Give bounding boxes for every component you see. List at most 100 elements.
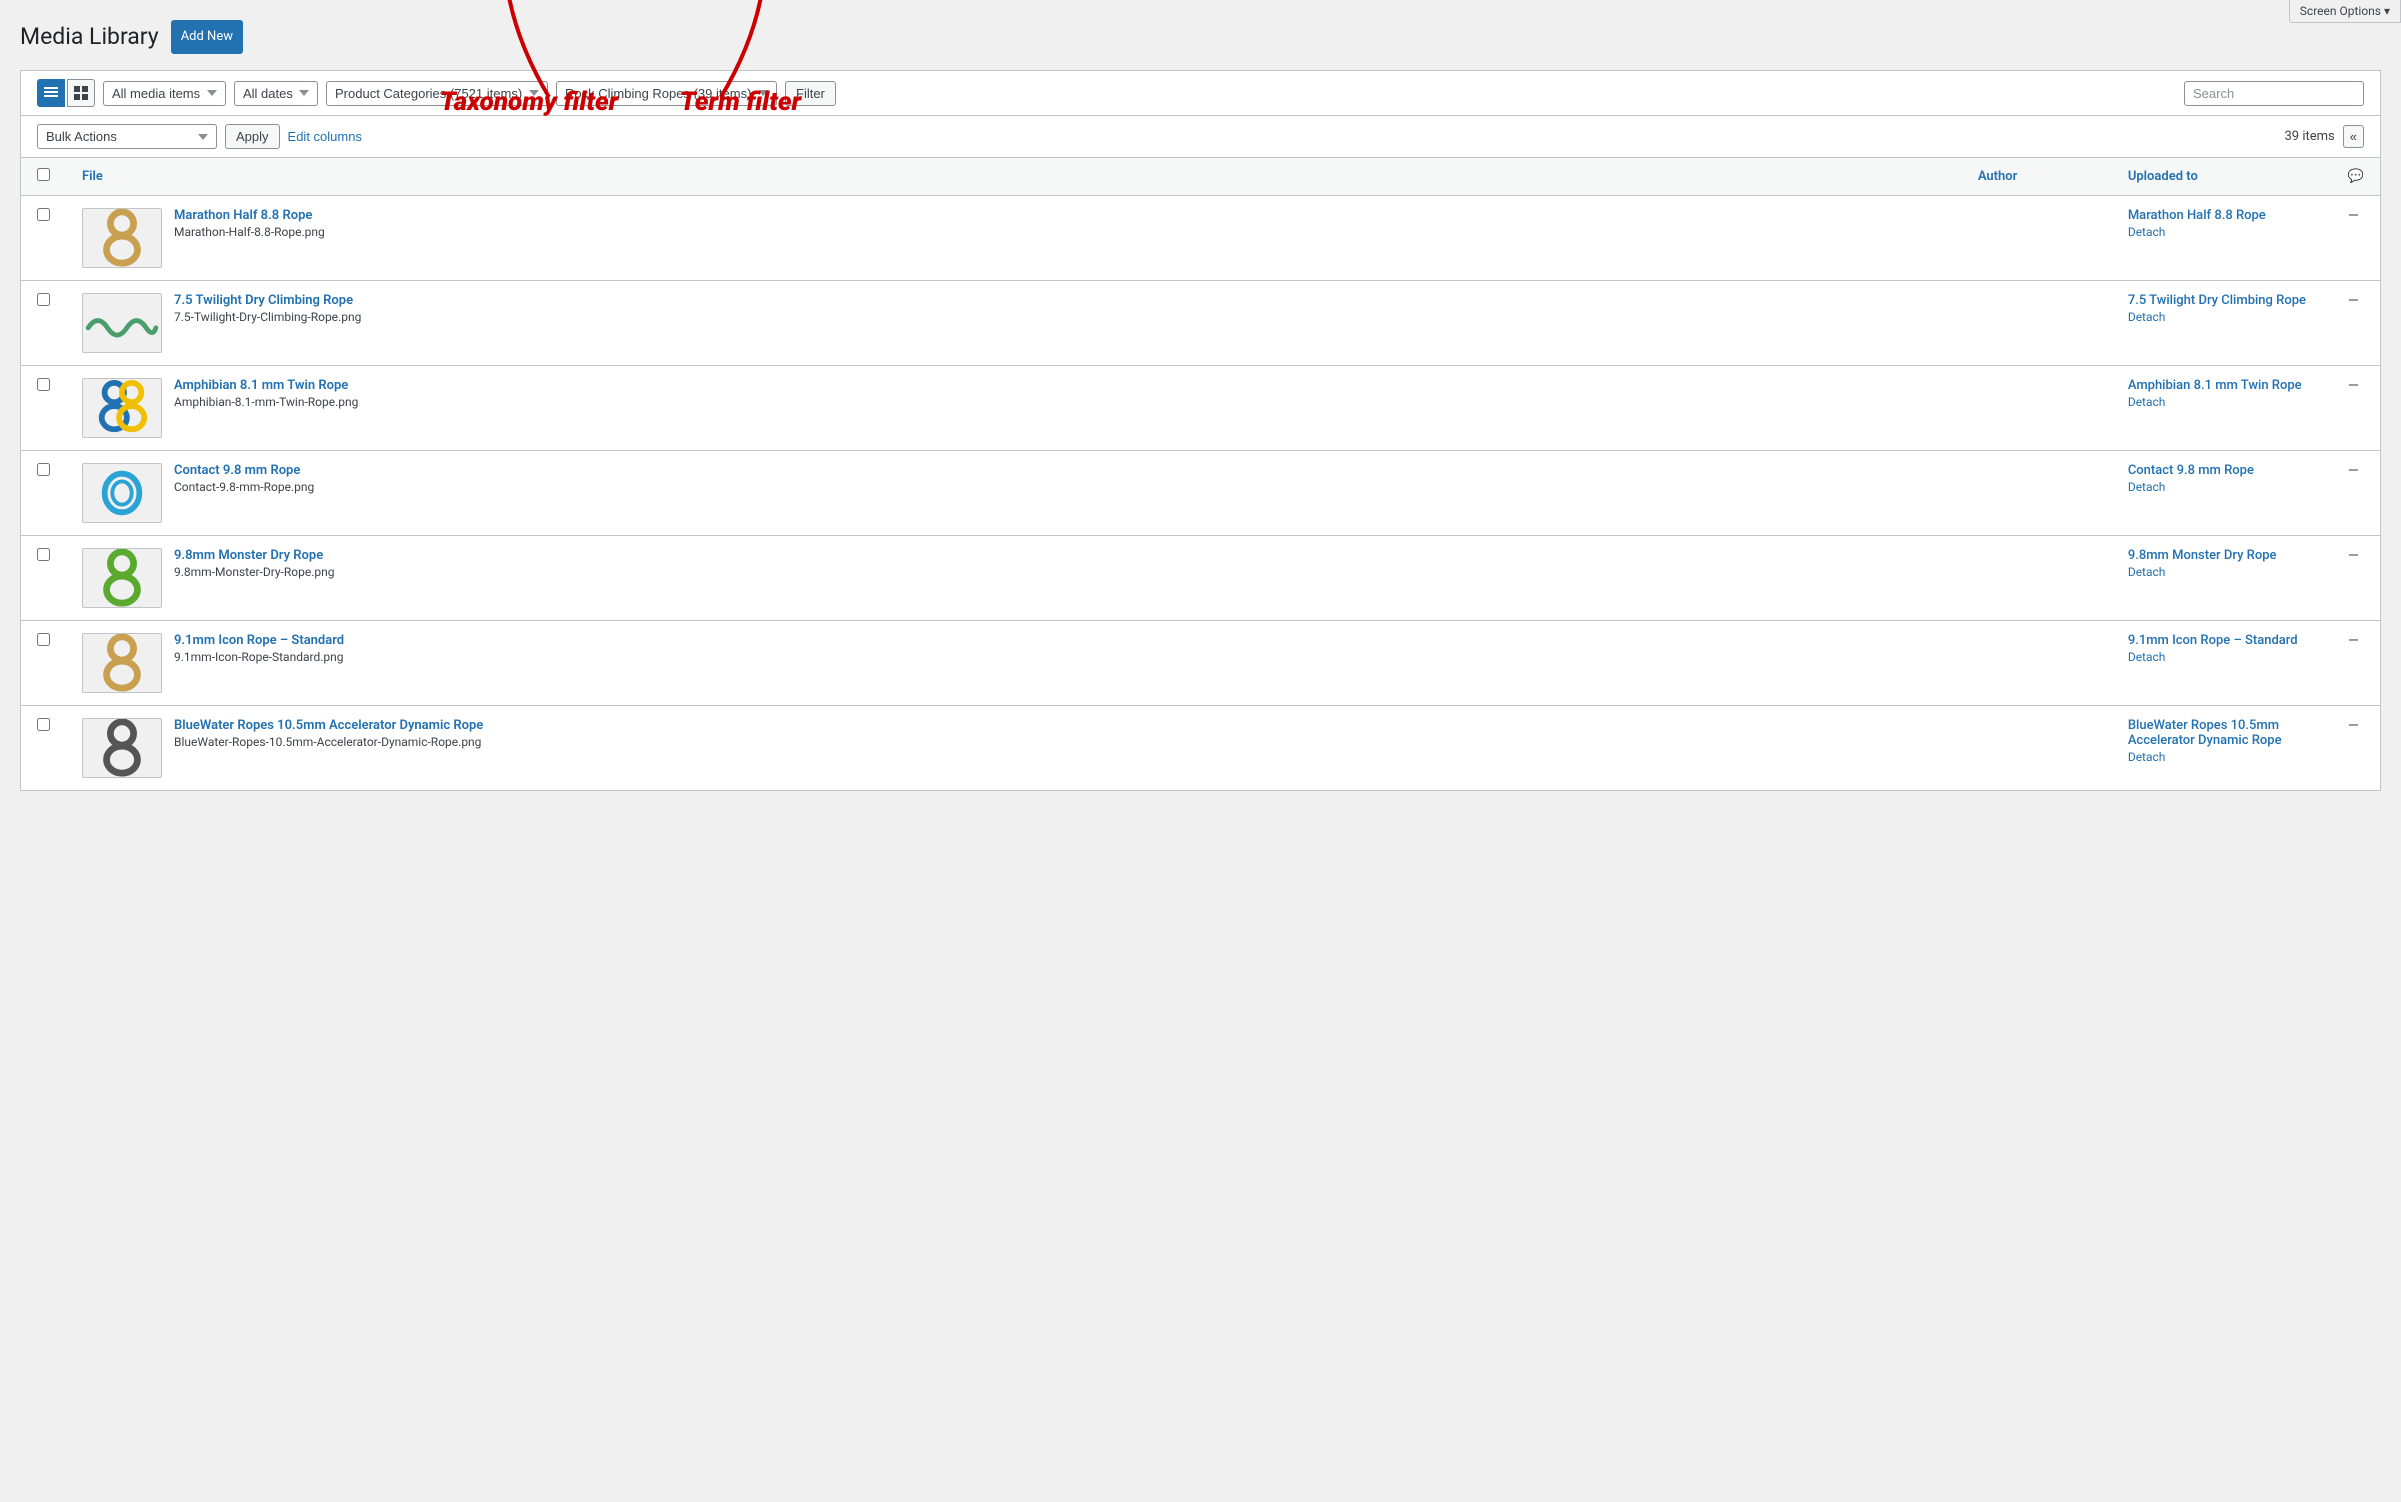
file-name-link-2[interactable]: Amphibian 8.1 mm Twin Rope (174, 378, 1946, 393)
search-input[interactable] (2184, 81, 2364, 106)
detach-link-5[interactable]: Detach (2128, 650, 2166, 664)
row-checkbox-5[interactable] (37, 633, 50, 646)
media-table: File Author Uploaded to 💬 (20, 157, 2381, 791)
uploaded-link-5[interactable]: 9.1mm Icon Rope – Standard (2128, 633, 2316, 648)
comment-dash-4: — (2348, 548, 2359, 564)
file-filename-4: 9.8mm-Monster-Dry-Rope.png (174, 565, 334, 579)
file-thumbnail-6 (82, 718, 162, 778)
col-uploaded-header[interactable]: Uploaded to (2112, 158, 2332, 196)
file-name-link-6[interactable]: BlueWater Ropes 10.5mm Accelerator Dynam… (174, 718, 1946, 733)
table-row: Contact 9.8 mm Rope Contact-9.8-mm-Rope.… (21, 451, 2381, 536)
uploaded-cell-3: Contact 9.8 mm Rope Detach (2112, 451, 2332, 536)
detach-link-2[interactable]: Detach (2128, 395, 2166, 409)
author-cell-1 (1962, 281, 2112, 366)
uploaded-link-0[interactable]: Marathon Half 8.8 Rope (2128, 208, 2316, 223)
filters-bar: All media items All dates Product Catego… (20, 70, 2381, 115)
table-row: 9.1mm Icon Rope – Standard 9.1mm-Icon-Ro… (21, 621, 2381, 706)
file-filename-3: Contact-9.8-mm-Rope.png (174, 480, 314, 494)
uploaded-cell-4: 9.8mm Monster Dry Rope Detach (2112, 536, 2332, 621)
comment-dash-0: — (2348, 208, 2359, 224)
author-cell-6 (1962, 706, 2112, 791)
row-checkbox-6[interactable] (37, 718, 50, 731)
table-row: 9.8mm Monster Dry Rope 9.8mm-Monster-Dry… (21, 536, 2381, 621)
uploaded-cell-0: Marathon Half 8.8 Rope Detach (2112, 196, 2332, 281)
actions-bar: Bulk Actions Apply Edit columns 39 items… (20, 115, 2381, 157)
file-thumbnail-1 (82, 293, 162, 353)
file-thumbnail-0 (82, 208, 162, 268)
add-new-button[interactable]: Add New (171, 20, 243, 54)
row-checkbox-cell-3 (21, 451, 67, 536)
page-title-area: Media Library Add New (20, 20, 2381, 54)
row-checkbox-cell-6 (21, 706, 67, 791)
file-info-6: BlueWater Ropes 10.5mm Accelerator Dynam… (174, 718, 1946, 750)
comment-icon: 💬 (2348, 169, 2364, 184)
file-info-2: Amphibian 8.1 mm Twin Rope Amphibian-8.1… (174, 378, 1946, 410)
detach-link-6[interactable]: Detach (2128, 750, 2166, 764)
comment-cell-6: — (2332, 706, 2381, 791)
file-thumbnail-5 (82, 633, 162, 693)
col-author-header[interactable]: Author (1962, 158, 2112, 196)
row-checkbox-cell-1 (21, 281, 67, 366)
row-checkbox-1[interactable] (37, 293, 50, 306)
comment-dash-2: — (2348, 378, 2359, 394)
media-items-select[interactable]: All media items (103, 81, 226, 106)
row-checkbox-0[interactable] (37, 208, 50, 221)
detach-link-1[interactable]: Detach (2128, 310, 2166, 324)
file-cell-4: 9.8mm Monster Dry Rope 9.8mm-Monster-Dry… (66, 536, 1962, 621)
grid-view-btn[interactable] (67, 79, 95, 107)
file-name-link-0[interactable]: Marathon Half 8.8 Rope (174, 208, 1946, 223)
detach-link-0[interactable]: Detach (2128, 225, 2166, 239)
file-thumbnail-4 (82, 548, 162, 608)
file-cell-3: Contact 9.8 mm Rope Contact-9.8-mm-Rope.… (66, 451, 1962, 536)
row-checkbox-2[interactable] (37, 378, 50, 391)
row-checkbox-cell-5 (21, 621, 67, 706)
file-name-link-4[interactable]: 9.8mm Monster Dry Rope (174, 548, 1946, 563)
table-wrapper: File Author Uploaded to 💬 (20, 157, 2381, 791)
comment-dash-3: — (2348, 463, 2359, 479)
uploaded-link-1[interactable]: 7.5 Twilight Dry Climbing Rope (2128, 293, 2316, 308)
term-select[interactable]: Rock Climbing Ropes (39 items) (556, 81, 777, 106)
file-thumbnail-3 (82, 463, 162, 523)
detach-link-4[interactable]: Detach (2128, 565, 2166, 579)
col-file-header[interactable]: File (66, 158, 1962, 196)
dates-select[interactable]: All dates (234, 81, 318, 106)
file-info-4: 9.8mm Monster Dry Rope 9.8mm-Monster-Dry… (174, 548, 1946, 580)
file-name-link-5[interactable]: 9.1mm Icon Rope – Standard (174, 633, 1946, 648)
detach-link-3[interactable]: Detach (2128, 480, 2166, 494)
uploaded-link-4[interactable]: 9.8mm Monster Dry Rope (2128, 548, 2316, 563)
file-filename-6: BlueWater-Ropes-10.5mm-Accelerator-Dynam… (174, 735, 481, 749)
uploaded-cell-6: BlueWater Ropes 10.5mm Accelerator Dynam… (2112, 706, 2332, 791)
table-row: BlueWater Ropes 10.5mm Accelerator Dynam… (21, 706, 2381, 791)
file-cell-2: Amphibian 8.1 mm Twin Rope Amphibian-8.1… (66, 366, 1962, 451)
uploaded-link-3[interactable]: Contact 9.8 mm Rope (2128, 463, 2316, 478)
screen-options-btn[interactable]: Screen Options ▾ (2289, 0, 2401, 23)
file-info-5: 9.1mm Icon Rope – Standard 9.1mm-Icon-Ro… (174, 633, 1946, 665)
edit-columns-button[interactable]: Edit columns (288, 129, 362, 144)
row-checkbox-3[interactable] (37, 463, 50, 476)
page-title: Media Library (20, 22, 159, 52)
comment-cell-2: — (2332, 366, 2381, 451)
file-filename-5: 9.1mm-Icon-Rope-Standard.png (174, 650, 344, 664)
uploaded-link-2[interactable]: Amphibian 8.1 mm Twin Rope (2128, 378, 2316, 393)
pagination-prev-button[interactable]: « (2343, 125, 2364, 148)
author-cell-3 (1962, 451, 2112, 536)
apply-button[interactable]: Apply (225, 124, 280, 149)
filter-button[interactable]: Filter (785, 81, 836, 106)
uploaded-cell-2: Amphibian 8.1 mm Twin Rope Detach (2112, 366, 2332, 451)
file-filename-2: Amphibian-8.1-mm-Twin-Rope.png (174, 395, 358, 409)
bulk-actions-select[interactable]: Bulk Actions (37, 124, 217, 149)
list-view-btn[interactable] (37, 79, 65, 107)
select-all-checkbox[interactable] (37, 168, 50, 181)
view-toggle (37, 79, 95, 107)
comment-dash-6: — (2348, 718, 2359, 734)
uploaded-link-6[interactable]: BlueWater Ropes 10.5mm Accelerator Dynam… (2128, 718, 2316, 748)
comment-cell-3: — (2332, 451, 2381, 536)
row-checkbox-cell-2 (21, 366, 67, 451)
taxonomy-select[interactable]: Product Categories (7521 items) (326, 81, 548, 106)
file-name-link-3[interactable]: Contact 9.8 mm Rope (174, 463, 1946, 478)
file-name-link-1[interactable]: 7.5 Twilight Dry Climbing Rope (174, 293, 1946, 308)
author-cell-0 (1962, 196, 2112, 281)
table-row: Marathon Half 8.8 Rope Marathon-Half-8.8… (21, 196, 2381, 281)
row-checkbox-4[interactable] (37, 548, 50, 561)
author-cell-5 (1962, 621, 2112, 706)
